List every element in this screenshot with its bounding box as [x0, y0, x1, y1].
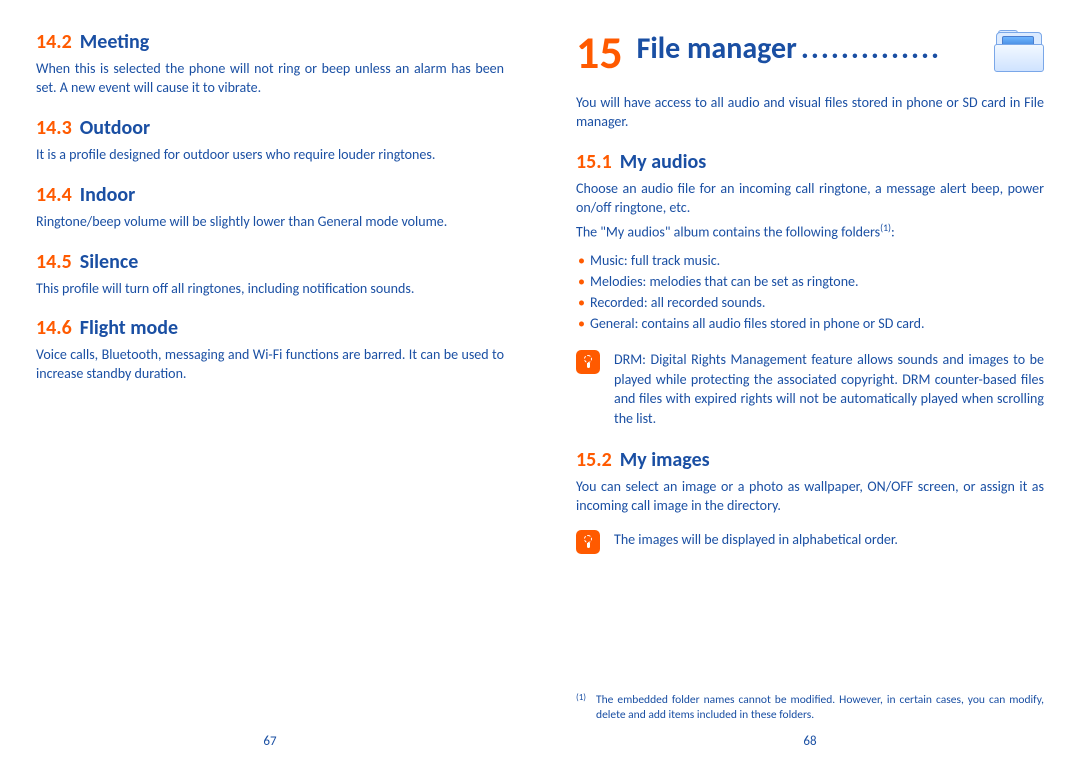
body-14-3: It is a profile designed for outdoor use… [36, 146, 504, 165]
body-14-2: When this is selected the phone will not… [36, 60, 504, 98]
footnote-text: The embedded folder names cannot be modi… [596, 693, 1044, 724]
section-title: My audios [620, 150, 706, 174]
section-number: 14.2 [36, 30, 72, 54]
chapter-intro: You will have access to all audio and vi… [576, 94, 1044, 132]
chapter-header: 15 File manager .............. [576, 30, 1044, 76]
section-title: Flight mode [80, 316, 178, 340]
tip-drm-text: DRM: Digital Rights Management feature a… [614, 350, 1044, 428]
section-number: 15.1 [576, 150, 612, 174]
audios-folder-list: Music: full track music. Melodies: melod… [576, 250, 1044, 334]
body-15-2-p1: You can select an image or a photo as wa… [576, 478, 1044, 516]
section-title: Meeting [80, 30, 149, 54]
folder-icon [994, 30, 1044, 74]
body-14-6: Voice calls, Bluetooth, messaging and Wi… [36, 346, 504, 384]
body-14-5: This profile will turn off all ringtones… [36, 280, 504, 299]
section-number: 14.4 [36, 183, 72, 207]
heading-14-2: 14.2 Meeting [36, 30, 504, 54]
body-14-4: Ringtone/beep volume will be slightly lo… [36, 213, 504, 232]
section-title: Silence [80, 250, 139, 274]
page-number-right: 68 [576, 724, 1044, 757]
lightbulb-icon [576, 530, 600, 554]
lightbulb-icon [576, 350, 600, 374]
chapter-dots: .............. [801, 30, 941, 67]
chapter-number: 15 [576, 30, 623, 76]
footnote-mark: (1) [576, 692, 586, 723]
section-title: Indoor [80, 183, 135, 207]
section-number: 14.3 [36, 116, 72, 140]
section-title: Outdoor [80, 116, 150, 140]
body-15-1-p1: Choose an audio file for an incoming cal… [576, 180, 1044, 218]
list-item: General: contains all audio files stored… [576, 313, 1044, 334]
footnote: (1) The embedded folder names cannot be … [576, 683, 1044, 724]
heading-14-4: 14.4 Indoor [36, 183, 504, 207]
section-number: 14.5 [36, 250, 72, 274]
page-right: 15 File manager .............. You will … [540, 0, 1080, 767]
list-item: Recorded: all recorded sounds. [576, 292, 1044, 313]
heading-14-5: 14.5 Silence [36, 250, 504, 274]
section-number: 14.6 [36, 316, 72, 340]
footnote-ref: (1) [880, 222, 891, 234]
tip-alpha-text: The images will be displayed in alphabet… [614, 530, 1044, 554]
list-item: Music: full track music. [576, 250, 1044, 271]
tip-alpha: The images will be displayed in alphabet… [576, 530, 1044, 554]
body-15-1-p2: The "My audios" album contains the follo… [576, 222, 1044, 243]
heading-15-2: 15.2 My images [576, 448, 1044, 472]
heading-14-3: 14.3 Outdoor [36, 116, 504, 140]
two-page-spread: 14.2 Meeting When this is selected the ph… [0, 0, 1080, 767]
heading-15-1: 15.1 My audios [576, 150, 1044, 174]
page-left: 14.2 Meeting When this is selected the ph… [0, 0, 540, 767]
section-title: My images [620, 448, 710, 472]
section-number: 15.2 [576, 448, 612, 472]
chapter-title: File manager [637, 30, 797, 67]
tip-drm: DRM: Digital Rights Management feature a… [576, 350, 1044, 428]
list-item: Melodies: melodies that can be set as ri… [576, 271, 1044, 292]
heading-14-6: 14.6 Flight mode [36, 316, 504, 340]
page-number-left: 67 [36, 724, 504, 757]
